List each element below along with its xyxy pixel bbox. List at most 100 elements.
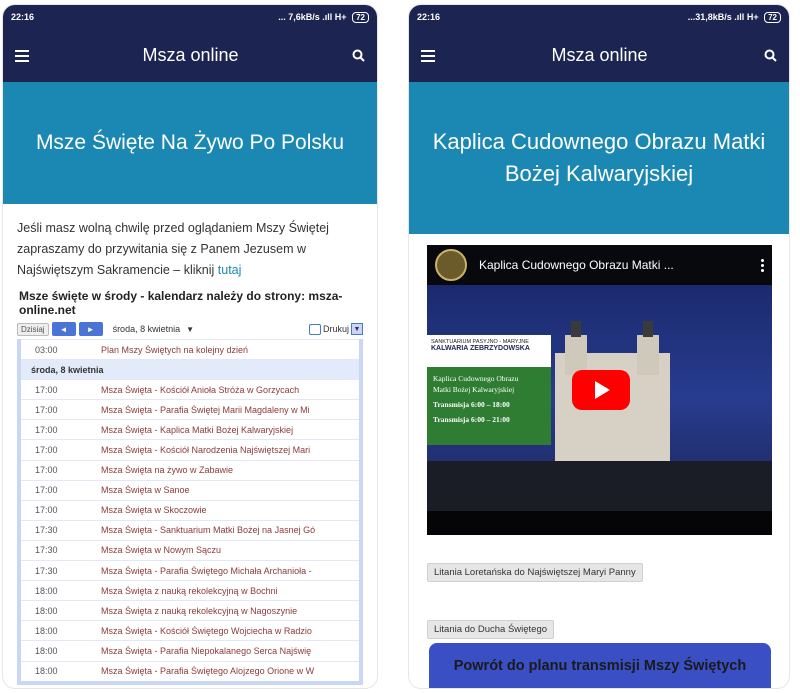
event-time: 17:00 [35, 424, 58, 435]
agenda-row[interactable]: 18:00 Msza Święta - Kościół Świętego Wojc… [21, 620, 359, 640]
event-title[interactable]: Msza Święta na żywo w Zabawie [101, 465, 359, 475]
status-indicators: ... 7,6kB/s .ıll H+ 72 [278, 11, 369, 23]
calendar-toolbar: Dzisiaj ◄ ► środa, 8 kwietnia ▼ Drukuj ▼ [17, 319, 363, 339]
agenda-row[interactable]: 17:00 Msza Święta w Skoczowie [21, 499, 359, 520]
menu-icon[interactable] [421, 49, 435, 62]
intro-link[interactable]: tutaj [218, 263, 242, 277]
back-to-schedule-button[interactable]: Powrót do planu transmisji Mszy Świętych [429, 643, 771, 688]
more-options-icon[interactable] [761, 258, 764, 272]
event-title[interactable]: Msza Święta w Skoczowie [101, 505, 359, 515]
event-time: 18:00 [35, 625, 58, 636]
app-bar: Msza online [409, 29, 789, 82]
right-screen: 22:16 ...31,8kB/s .ıll H+ 72 Msza online… [409, 5, 789, 688]
event-time: 17:30 [35, 525, 58, 536]
network-speed: ...31,8kB/s .ıll H+ [687, 11, 759, 22]
current-date[interactable]: środa, 8 kwietnia [113, 324, 181, 334]
agenda-row[interactable]: 17:00 Msza Święta - Kościół Narodzenia Na… [21, 439, 359, 459]
agenda-row[interactable]: 17:00 Msza Święta - Kościół Anioła Stróża… [21, 379, 359, 399]
page-title: Msze Święte Na Żywo Po Polsku [35, 131, 345, 154]
litany-holy-spirit-button[interactable]: Litania do Ducha Świętego [427, 620, 555, 639]
agenda-row[interactable]: 17:00 Msza Święta - Parafia Świętej Marii… [21, 399, 359, 419]
event-time: 17:00 [35, 465, 58, 476]
panel-line: Matki Bożej Kalwaryjskiej [433, 385, 515, 394]
panel-line: Transmisja 6:00 – 21:00 [433, 415, 510, 424]
agenda-row[interactable]: 17:00 Msza Święta - Kaplica Matki Bożej K… [21, 419, 359, 439]
left-screen: 22:16 ... 7,6kB/s .ıll H+ 72 Msza online… [3, 5, 377, 688]
agenda-row[interactable]: 17:00 Msza Święta na żywo w Zabawie [21, 459, 359, 480]
event-time: 17:00 [35, 485, 58, 496]
agenda-row[interactable]: 18:00 Msza Święta z nauką rekolekcyjną w … [21, 580, 359, 600]
agenda-row[interactable]: 18:00 Msza Święta z nauką rekolekcyjną w … [21, 600, 359, 620]
agenda-row[interactable]: 03:00 Plan Mszy Świętych na kolejny dzień [21, 339, 359, 359]
event-title[interactable]: Msza Święta z nauką rekolekcyjną w Bochn… [101, 586, 359, 596]
event-time: 03:00 [35, 344, 58, 355]
video-player[interactable]: Kaplica Cudownego Obrazu Matki ... SANKT… [427, 245, 772, 535]
event-time: 18:00 [35, 645, 58, 656]
status-indicators: ...31,8kB/s .ıll H+ 72 [687, 11, 781, 23]
event-time: 18:00 [35, 605, 58, 616]
today-button[interactable]: Dzisiaj [17, 322, 49, 336]
network-speed: ... 7,6kB/s .ıll H+ [278, 11, 347, 22]
search-icon[interactable] [352, 49, 365, 62]
event-time: 17:30 [35, 545, 58, 556]
church-spire [571, 321, 581, 337]
date-dropdown-icon[interactable]: ▼ [186, 325, 194, 334]
event-title[interactable]: Msza Święta - Kościół Narodzenia Najświę… [101, 445, 359, 455]
panel-line: Kaplica Cudownego Obrazu [433, 374, 519, 383]
play-icon [595, 381, 610, 399]
status-bar: 22:16 ...31,8kB/s .ıll H+ 72 [409, 5, 789, 29]
page-title: Kaplica Cudownego Obrazu Matki Bożej Kal… [432, 129, 766, 186]
event-title[interactable]: Msza Święta - Kościół Świętego Wojciecha… [101, 626, 359, 636]
event-time: 17:30 [35, 565, 58, 576]
event-title[interactable]: Msza Święta w Nowym Sączu [101, 545, 359, 555]
sanctuary-name: KALWARIA ZEBRZYDOWSKA [431, 345, 530, 352]
agenda-row[interactable]: 17:30 Msza Święta w Nowym Sączu [21, 539, 359, 560]
agenda-row[interactable]: 17:30 Msza Święta - Sanktuarium Matki Boż… [21, 519, 359, 540]
event-title[interactable]: Msza Święta w Sanoe [101, 485, 359, 495]
church-tower [637, 335, 659, 375]
print-icon [308, 323, 321, 335]
event-title[interactable]: Msza Święta - Kościół Anioła Stróża w Go… [101, 385, 359, 395]
event-time: 17:00 [35, 445, 58, 456]
print-dropdown-icon[interactable]: ▼ [351, 323, 363, 335]
event-title[interactable]: Msza Święta z nauką rekolekcyjną w Nagos… [101, 606, 359, 616]
event-title[interactable]: Msza Święta - Sanktuarium Matki Bożej na… [101, 525, 359, 535]
page-banner: Msze Święte Na Żywo Po Polsku [3, 82, 377, 204]
channel-logo[interactable] [435, 249, 467, 281]
agenda-row[interactable]: 18:00 Msza Święta - Parafia Niepokalanego… [21, 640, 359, 660]
app-title: Msza online [142, 45, 239, 65]
agenda-row[interactable]: 17:00 Msza Święta w Sanoe [21, 479, 359, 500]
event-title[interactable]: Msza Święta - Parafia Świętego Alojzego … [101, 666, 359, 676]
page-banner: Kaplica Cudownego Obrazu Matki Bożej Kal… [409, 82, 789, 234]
search-icon[interactable] [764, 49, 777, 62]
event-title[interactable]: Msza Święta - Parafia Niepokalanego Serc… [101, 646, 359, 656]
calendar-widget: Dzisiaj ◄ ► środa, 8 kwietnia ▼ Drukuj ▼… [17, 319, 363, 685]
litany-loreto-button[interactable]: Litania Loretańska do Najświętszej Maryi… [427, 563, 643, 582]
sanctuary-sign: SANKTUARIUM PASYJNO - MARYJNE KALWARIA Z… [427, 335, 551, 367]
panel-line: Transmisja 6:00 – 18:00 [433, 400, 510, 409]
agenda-day-header: środa, 8 kwietnia [21, 359, 359, 380]
calendar-title: Msze święte w środy - kalendarz należy d… [19, 289, 343, 317]
agenda-row[interactable]: 18:00 Msza Święta - Parafia Świętego Aloj… [21, 660, 359, 681]
battery-icon: 72 [352, 11, 369, 23]
play-button[interactable] [572, 370, 630, 410]
status-time: 22:16 [11, 12, 35, 22]
event-title[interactable]: Plan Mszy Świętych na kolejny dzień [101, 345, 359, 355]
print-button[interactable]: Drukuj ▼ [308, 323, 363, 335]
event-time: 18:00 [35, 666, 58, 677]
next-day-button[interactable]: ► [78, 322, 103, 336]
menu-icon[interactable] [15, 49, 29, 62]
event-time: 18:00 [35, 585, 58, 596]
intro-paragraph: Jeśli masz wolną chwilę przed oglądaniem… [3, 204, 377, 281]
event-title[interactable]: Msza Święta - Kaplica Matki Bożej Kalwar… [101, 425, 359, 435]
agenda-row[interactable]: 17:30 Msza Święta - Parafia Świętego Mich… [21, 560, 359, 580]
video-title[interactable]: Kaplica Cudownego Obrazu Matki ... [479, 258, 753, 272]
video-bottom-bar [427, 511, 772, 535]
battery-icon: 72 [764, 11, 781, 23]
schedule-panel: Kaplica Cudownego Obrazu Matki Bożej Kal… [427, 367, 551, 445]
app-bar: Msza online [3, 29, 377, 82]
prev-day-button[interactable]: ◄ [51, 322, 76, 336]
event-title[interactable]: Msza Święta - Parafia Świętej Marii Magd… [101, 405, 359, 415]
church-tower [565, 335, 587, 375]
event-title[interactable]: Msza Święta - Parafia Świętego Michała A… [101, 566, 359, 576]
